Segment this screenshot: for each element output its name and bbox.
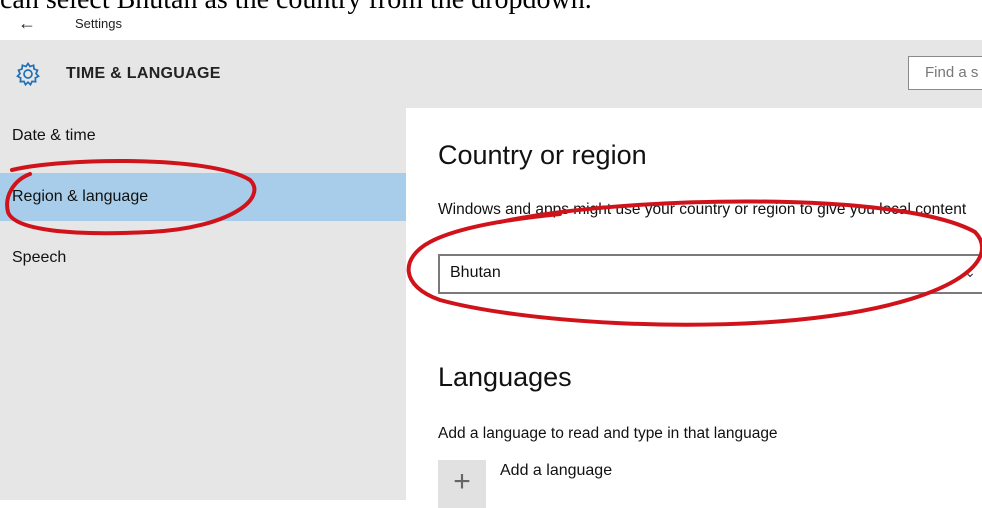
country-heading: Country or region: [438, 140, 647, 170]
add-language-label: Add a language: [500, 462, 613, 479]
country-description: Windows and apps might use your country …: [438, 201, 967, 218]
page-header: TIME & LANGUAGE Find a s: [0, 40, 982, 108]
sidebar-item-speech[interactable]: Speech: [0, 234, 406, 282]
window-title: Settings: [75, 16, 122, 31]
chevron-down-icon: ⌄: [964, 264, 976, 280]
search-input[interactable]: Find a s: [908, 56, 982, 90]
sidebar-item-region-language[interactable]: Region & language: [0, 173, 406, 221]
caption-text: can select Bhutan as the country from th…: [0, 0, 592, 16]
sidebar-item-date-time[interactable]: Date & time: [0, 112, 406, 160]
country-dropdown-value: Bhutan: [450, 264, 501, 281]
section-title: TIME & LANGUAGE: [66, 65, 221, 82]
country-dropdown[interactable]: Bhutan ⌄: [438, 254, 982, 294]
gear-icon: [16, 61, 40, 87]
languages-heading: Languages: [438, 362, 572, 392]
plus-icon: +: [438, 460, 486, 508]
languages-description: Add a language to read and type in that …: [438, 425, 778, 442]
main-content: Country or region Windows and apps might…: [406, 108, 982, 508]
sidebar: Date & time Region & language Speech: [0, 108, 406, 500]
